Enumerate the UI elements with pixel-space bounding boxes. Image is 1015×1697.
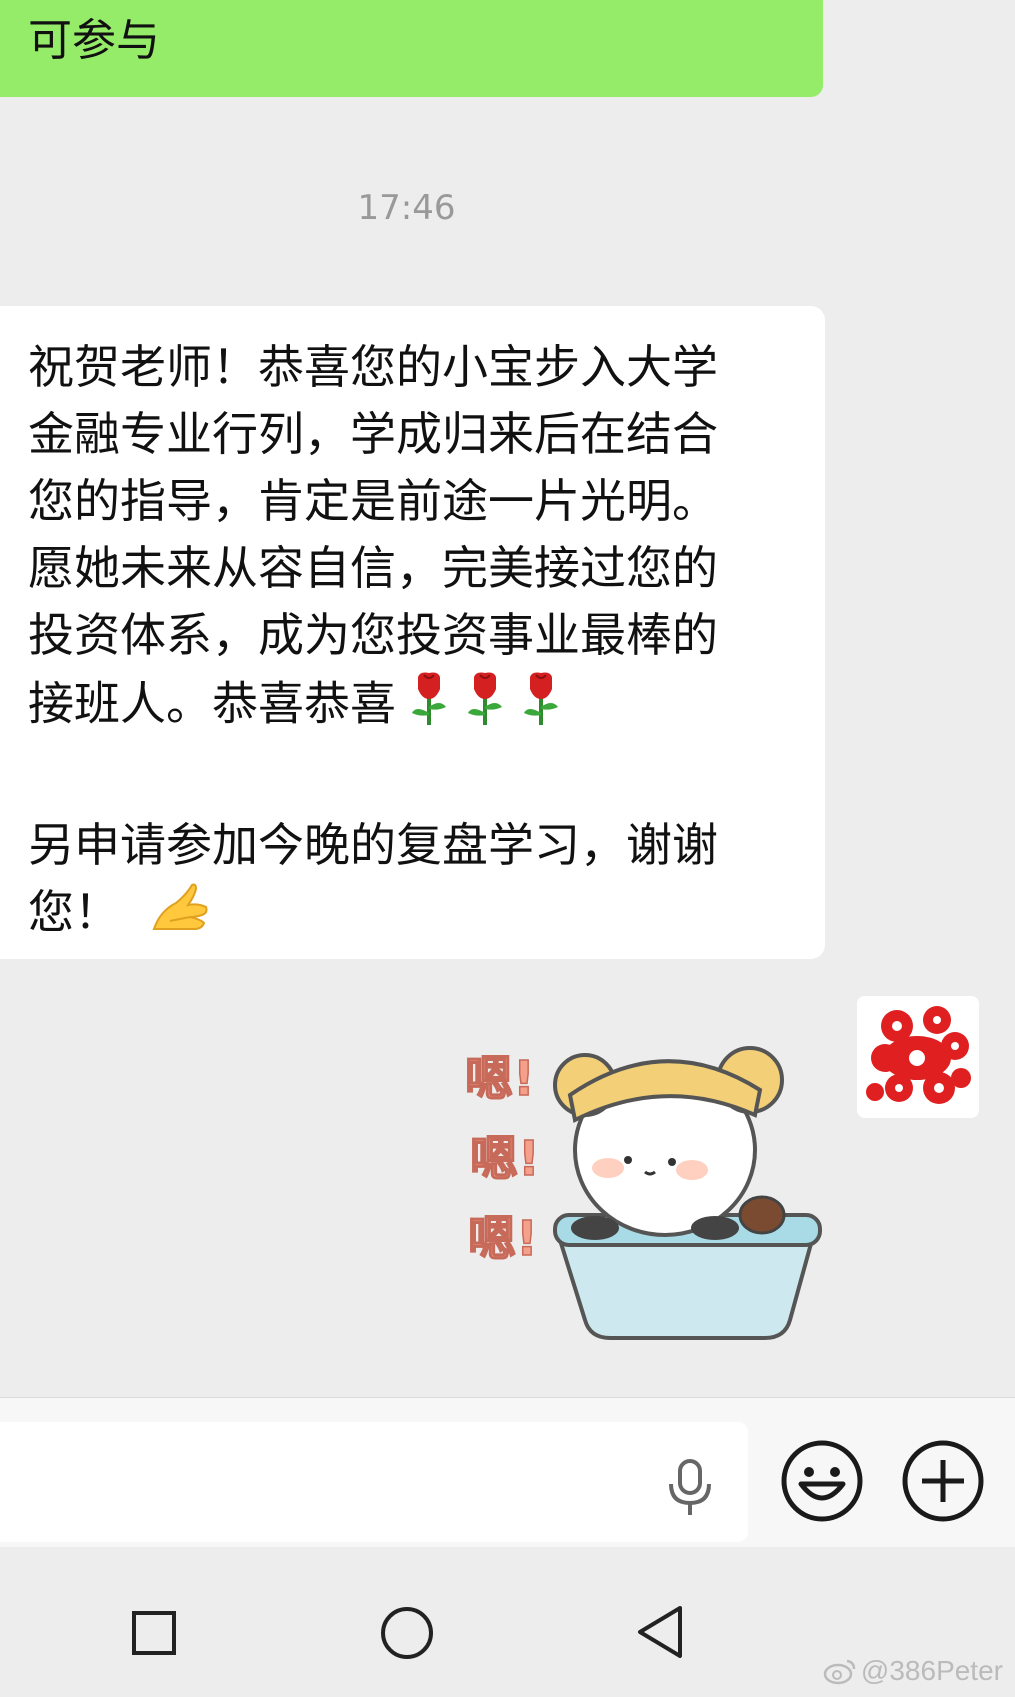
- outgoing-message-bubble[interactable]: 可参与: [0, 0, 823, 97]
- message-line: 愿她未来从容自信，完美接过您的: [28, 541, 718, 595]
- message-line-with-roses: 接班人。恭喜恭喜: [28, 669, 818, 745]
- sticker-message[interactable]: 嗯! 嗯! 嗯!: [460, 1020, 830, 1350]
- hands-together-icon: [150, 881, 210, 951]
- message-line: 祝贺老师！恭喜您的小宝步入大学: [28, 340, 718, 394]
- rose-icon: [518, 669, 564, 745]
- sticker-text: 嗯!: [470, 1131, 540, 1187]
- message-line: 您！: [28, 885, 120, 939]
- circle-icon: [381, 1607, 433, 1659]
- system-navigation-bar: @386Peter: [0, 1547, 1015, 1697]
- message-line: 投资体系，成为您投资事业最棒的: [28, 608, 718, 662]
- rose-icon: [462, 669, 508, 745]
- rose-icon: [406, 669, 452, 745]
- square-icon: [132, 1611, 176, 1655]
- message-line: 接班人。恭喜恭喜: [28, 676, 396, 731]
- back-triangle-icon: [638, 1606, 682, 1658]
- more-button[interactable]: [902, 1440, 984, 1522]
- chat-input-bar: [0, 1397, 1015, 1548]
- weibo-icon: [823, 1659, 856, 1685]
- message-line-with-hands: 您！: [28, 879, 818, 951]
- watermark-text: @386Peter: [860, 1655, 1003, 1686]
- message-timestamp: 17:46: [357, 188, 456, 228]
- message-input[interactable]: [0, 1422, 748, 1542]
- message-line: 另申请参加今晚的复盘学习，谢谢: [28, 818, 718, 872]
- microphone-icon[interactable]: [665, 1458, 715, 1518]
- watermark: @386Peter: [823, 1655, 1003, 1687]
- plus-icon: [902, 1440, 984, 1522]
- home-button[interactable]: [380, 1606, 434, 1660]
- message-text: 祝贺老师！恭喜您的小宝步入大学 金融专业行列，学成归来后在结合 您的指导，肯定是…: [28, 334, 818, 951]
- recent-apps-button[interactable]: [131, 1610, 177, 1656]
- emoji-button[interactable]: [781, 1440, 863, 1522]
- sticker-text: 嗯!: [468, 1211, 538, 1267]
- sticker-text: 嗯!: [465, 1051, 535, 1107]
- message-text: 可参与: [28, 15, 160, 66]
- message-line: 您的指导，肯定是前途一片光明。: [28, 474, 718, 528]
- incoming-message-bubble[interactable]: 祝贺老师！恭喜您的小宝步入大学 金融专业行列，学成归来后在结合 您的指导，肯定是…: [0, 306, 825, 959]
- user-avatar[interactable]: [857, 996, 979, 1118]
- smiley-icon: [781, 1440, 863, 1522]
- message-line: 金融专业行列，学成归来后在结合: [28, 407, 718, 461]
- back-button[interactable]: [636, 1604, 684, 1660]
